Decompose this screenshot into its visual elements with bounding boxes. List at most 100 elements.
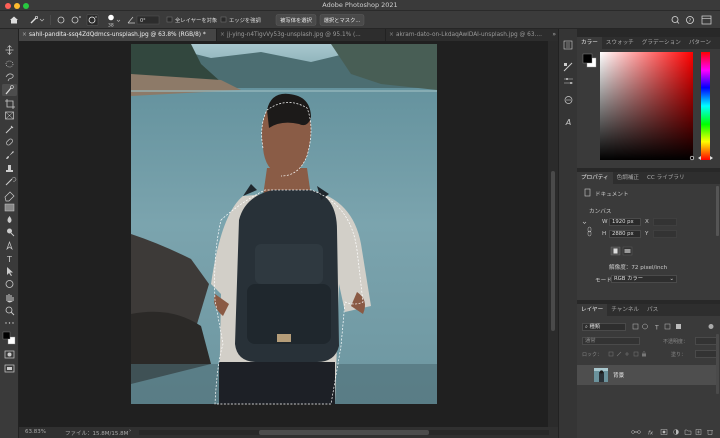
canvas-area[interactable]	[19, 41, 548, 427]
tab-gradients[interactable]: グラデーション	[638, 37, 685, 49]
tab-color[interactable]: カラー	[577, 37, 602, 49]
filter-pixel-layers-icon[interactable]	[632, 323, 639, 330]
filter-adjustment-layers-icon[interactable]	[642, 323, 648, 330]
character-panel-icon[interactable]: A	[565, 118, 571, 127]
tabs-overflow-icon[interactable]: »	[552, 29, 556, 41]
home-icon[interactable]	[10, 16, 18, 24]
more-tools-icon[interactable]	[5, 322, 14, 324]
clone-stamp-tool-icon[interactable]	[6, 165, 13, 172]
adjustments-panel-icon[interactable]	[564, 78, 573, 84]
shape-tool-icon[interactable]	[5, 280, 14, 288]
quick-mask-icon[interactable]	[4, 350, 15, 359]
filter-toggle-icon[interactable]	[708, 324, 714, 329]
foreground-background-colors-icon[interactable]	[2, 331, 16, 345]
delete-layer-icon[interactable]	[707, 430, 713, 435]
history-panel-icon[interactable]	[563, 40, 573, 50]
tab-close-icon[interactable]: ×	[389, 29, 394, 41]
landscape-orientation-icon[interactable]	[622, 246, 633, 256]
quick-select-tool-icon[interactable]	[30, 15, 45, 24]
zoom-level[interactable]: 63.83%	[25, 429, 46, 435]
workspace-icon[interactable]	[701, 15, 712, 25]
pen-tool-icon[interactable]	[6, 240, 13, 251]
file-info[interactable]: ファイル：15.8M/15.8M	[65, 429, 128, 437]
width-input[interactable]: 1920 px	[609, 218, 641, 226]
fill-input[interactable]	[695, 350, 717, 358]
filter-smart-objects-icon[interactable]	[676, 324, 681, 329]
frame-tool-icon[interactable]	[5, 111, 14, 120]
opacity-input[interactable]	[695, 337, 717, 345]
portrait-orientation-icon[interactable]	[610, 246, 621, 256]
brush-tool-icon[interactable]	[6, 151, 14, 159]
layer-name[interactable]: 背景	[613, 371, 624, 379]
tab-document-1[interactable]: × sahil-pandita-ssq4ZdQdmcs-unsplash.jpg…	[19, 29, 216, 41]
dodge-tool-icon[interactable]	[7, 228, 15, 237]
crop-tool-icon[interactable]	[5, 99, 15, 109]
vertical-scroll-thumb[interactable]	[551, 171, 555, 331]
saturation-value-field[interactable]	[600, 52, 695, 161]
tab-swatches[interactable]: スウォッチ	[602, 37, 638, 49]
brush-settings-panel-icon[interactable]	[563, 62, 573, 72]
add-mask-icon[interactable]	[660, 429, 668, 435]
tab-document-2[interactable]: × jj-ying-n4TigvVy53g-unsplash.jpg @ 95.…	[216, 29, 385, 41]
height-input[interactable]: 2880 px	[609, 230, 641, 238]
new-selection-icon[interactable]	[57, 16, 65, 24]
brush-size-picker[interactable]: 38	[108, 14, 121, 29]
tab-properties[interactable]: プロパティ	[577, 172, 613, 184]
type-tool-icon[interactable]: T	[6, 255, 12, 264]
layer-row-background[interactable]: 背景	[577, 365, 716, 385]
tab-patterns[interactable]: パターン	[685, 37, 715, 49]
fg-bg-swatch-icon[interactable]	[582, 53, 597, 68]
layers-scrollbar[interactable]	[716, 334, 719, 394]
history-brush-tool-icon[interactable]	[5, 177, 17, 186]
mode-select[interactable]: RGB カラー ⌄	[611, 275, 677, 283]
y-input[interactable]	[653, 230, 677, 238]
horizontal-scroll-thumb[interactable]	[259, 430, 429, 435]
search-icon[interactable]	[671, 16, 680, 24]
horizontal-scrollbar[interactable]	[139, 430, 549, 435]
learn-icon[interactable]: ?	[686, 16, 694, 25]
hand-tool-icon[interactable]	[6, 294, 14, 303]
healing-brush-tool-icon[interactable]	[6, 138, 14, 146]
tab-cc-libraries[interactable]: CC ライブラリ	[643, 172, 689, 184]
lock-artboard-icon[interactable]	[633, 351, 639, 357]
marquee-tool-icon[interactable]	[5, 60, 14, 68]
new-adjustment-layer-icon[interactable]	[673, 429, 679, 435]
lasso-tool-icon[interactable]	[5, 73, 14, 82]
lock-all-icon[interactable]	[642, 351, 646, 357]
add-to-selection-icon[interactable]	[71, 16, 81, 24]
document-image[interactable]	[19, 41, 548, 427]
properties-scrollbar[interactable]	[716, 186, 719, 236]
vertical-scrollbar[interactable]	[548, 41, 558, 427]
layer-style-icon[interactable]: fx	[648, 431, 654, 437]
x-input[interactable]	[653, 218, 677, 226]
canvas-section-chevron-icon[interactable]	[582, 221, 587, 224]
lock-transparency-icon[interactable]	[608, 351, 614, 357]
canvas-section-title[interactable]: カンバス	[589, 207, 611, 215]
lock-pixels-icon[interactable]	[616, 351, 622, 357]
blur-tool-icon[interactable]	[7, 216, 12, 223]
gradient-tool-icon[interactable]	[4, 203, 15, 212]
move-tool-icon[interactable]	[5, 45, 14, 55]
status-menu-icon[interactable]: ›	[129, 428, 131, 434]
eyedropper-tool-icon[interactable]	[5, 125, 14, 134]
hue-slider[interactable]	[701, 52, 710, 160]
screen-mode-icon[interactable]	[4, 364, 15, 373]
link-dimensions-icon[interactable]	[587, 226, 592, 237]
tab-adjustments[interactable]: 色調補正	[613, 172, 643, 184]
tab-document-3[interactable]: × akram-dato-on-LkdaqAwlDAI-unsplash.jpg…	[385, 29, 549, 41]
filter-shape-layers-icon[interactable]	[664, 323, 671, 330]
blend-mode-select[interactable]: 通常	[582, 337, 640, 345]
new-layer-icon[interactable]	[695, 429, 702, 435]
sample-all-layers-checkbox[interactable]	[166, 16, 173, 23]
link-layers-icon[interactable]	[631, 430, 641, 434]
tab-close-icon[interactable]: ×	[220, 29, 225, 41]
tab-close-icon[interactable]: ×	[22, 29, 27, 41]
subtract-from-selection-icon[interactable]	[86, 14, 99, 26]
eraser-tool-icon[interactable]	[4, 191, 15, 202]
enhance-edge-checkbox[interactable]	[220, 16, 227, 23]
libraries-panel-icon[interactable]	[564, 96, 573, 104]
path-selection-tool-icon[interactable]	[7, 267, 13, 276]
lock-position-icon[interactable]	[625, 352, 629, 356]
zoom-tool-icon[interactable]	[5, 306, 15, 316]
new-group-icon[interactable]	[684, 429, 692, 435]
